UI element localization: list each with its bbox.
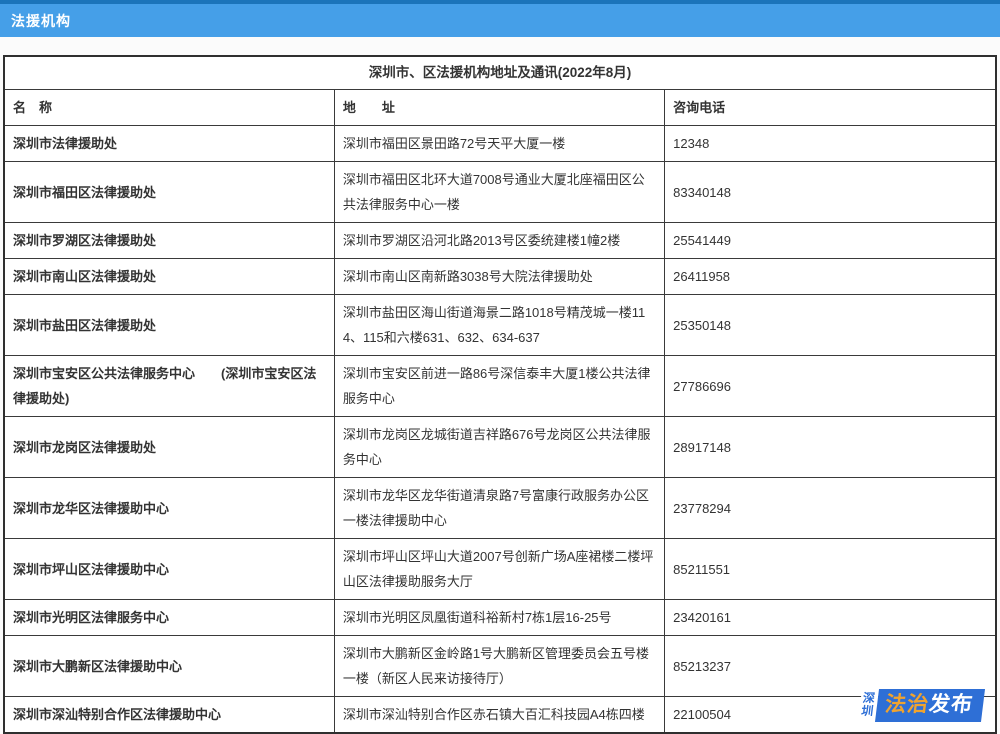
table-column-header-row: 名 称 地 址 咨询电话 (4, 90, 996, 126)
institution-phone: 27786696 (665, 356, 996, 417)
table-row: 深圳市南山区法律援助处 深圳市南山区南新路3038号大院法律援助处 264119… (4, 259, 996, 295)
table-row: 深圳市罗湖区法律援助处 深圳市罗湖区沿河北路2013号区委统建楼1幢2楼 255… (4, 223, 996, 259)
institution-phone: 26411958 (665, 259, 996, 295)
column-header-address: 地 址 (334, 90, 664, 126)
table-row: 深圳市坪山区法律援助中心 深圳市坪山区坪山大道2007号创新广场A座裙楼二楼坪山… (4, 539, 996, 600)
institution-name: 深圳市深汕特别合作区法律援助中心 (4, 697, 334, 734)
table-row: 深圳市福田区法律援助处 深圳市福田区北环大道7008号通业大厦北座福田区公共法律… (4, 162, 996, 223)
table-title-row: 深圳市、区法援机构地址及通讯(2022年8月) (4, 56, 996, 90)
institution-address: 深圳市龙华区龙华街道清泉路7号富康行政服务办公区一楼法律援助中心 (334, 478, 664, 539)
column-header-phone: 咨询电话 (665, 90, 996, 126)
institution-name: 深圳市南山区法律援助处 (4, 259, 334, 295)
institution-address: 深圳市盐田区海山街道海景二路1018号精茂城一楼114、115和六楼631、63… (334, 295, 664, 356)
institution-phone: 23420161 (665, 600, 996, 636)
shenzhen-fazhi-fabu-logo: 深圳 法治发布 (858, 689, 985, 722)
table-row: 深圳市大鹏新区法律援助中心 深圳市大鹏新区金岭路1号大鹏新区管理委员会五号楼一楼… (4, 636, 996, 697)
institution-name: 深圳市宝安区公共法律服务中心 (深圳市宝安区法律援助处) (4, 356, 334, 417)
institution-address: 深圳市深汕特别合作区赤石镇大百汇科技园A4栋四楼 (334, 697, 664, 734)
logo-brand-label: 法治发布 (875, 689, 985, 722)
institution-name: 深圳市罗湖区法律援助处 (4, 223, 334, 259)
institution-phone: 28917148 (665, 417, 996, 478)
section-header-bar: 法援机构 (0, 4, 1000, 37)
institution-name: 深圳市龙岗区法律援助处 (4, 417, 334, 478)
logo-brand-white-text: 发布 (928, 693, 975, 716)
institution-phone: 12348 (665, 126, 996, 162)
table-row: 深圳市法律援助处 深圳市福田区景田路72号天平大厦一楼 12348 (4, 126, 996, 162)
institution-phone: 85213237 (665, 636, 996, 697)
institution-phone: 23778294 (665, 478, 996, 539)
institution-address: 深圳市福田区景田路72号天平大厦一楼 (334, 126, 664, 162)
institution-address: 深圳市福田区北环大道7008号通业大厦北座福田区公共法律服务中心一楼 (334, 162, 664, 223)
table-row: 深圳市宝安区公共法律服务中心 (深圳市宝安区法律援助处) 深圳市宝安区前进一路8… (4, 356, 996, 417)
column-header-name: 名 称 (4, 90, 334, 126)
institution-name: 深圳市坪山区法律援助中心 (4, 539, 334, 600)
institution-address: 深圳市南山区南新路3038号大院法律援助处 (334, 259, 664, 295)
institution-address: 深圳市宝安区前进一路86号深信泰丰大厦1楼公共法律服务中心 (334, 356, 664, 417)
institution-address: 深圳市坪山区坪山大道2007号创新广场A座裙楼二楼坪山区法律援助服务大厅 (334, 539, 664, 600)
institution-address: 深圳市大鹏新区金岭路1号大鹏新区管理委员会五号楼一楼（新区人民来访接待厅） (334, 636, 664, 697)
table-row: 深圳市龙岗区法律援助处 深圳市龙岗区龙城街道吉祥路676号龙岗区公共法律服务中心… (4, 417, 996, 478)
institution-name: 深圳市盐田区法律援助处 (4, 295, 334, 356)
table-container: 深圳市、区法援机构地址及通讯(2022年8月) 名 称 地 址 咨询电话 深圳市… (3, 55, 997, 734)
institution-phone: 25350148 (665, 295, 996, 356)
legal-aid-table: 深圳市、区法援机构地址及通讯(2022年8月) 名 称 地 址 咨询电话 深圳市… (3, 55, 997, 734)
institution-address: 深圳市龙岗区龙城街道吉祥路676号龙岗区公共法律服务中心 (334, 417, 664, 478)
table-row: 深圳市深汕特别合作区法律援助中心 深圳市深汕特别合作区赤石镇大百汇科技园A4栋四… (4, 697, 996, 734)
section-title: 法援机构 (11, 11, 71, 31)
institution-name: 深圳市光明区法律服务中心 (4, 600, 334, 636)
institution-name: 深圳市龙华区法律援助中心 (4, 478, 334, 539)
table-row: 深圳市龙华区法律援助中心 深圳市龙华区龙华街道清泉路7号富康行政服务办公区一楼法… (4, 478, 996, 539)
institution-name: 深圳市大鹏新区法律援助中心 (4, 636, 334, 697)
institution-address: 深圳市罗湖区沿河北路2013号区委统建楼1幢2楼 (334, 223, 664, 259)
table-row: 深圳市光明区法律服务中心 深圳市光明区凤凰街道科裕新村7栋1层16-25号 23… (4, 600, 996, 636)
institution-address: 深圳市光明区凤凰街道科裕新村7栋1层16-25号 (334, 600, 664, 636)
institution-phone: 83340148 (665, 162, 996, 223)
table-body: 深圳市法律援助处 深圳市福田区景田路72号天平大厦一楼 12348 深圳市福田区… (4, 126, 996, 734)
table-row: 深圳市盐田区法律援助处 深圳市盐田区海山街道海景二路1018号精茂城一楼114、… (4, 295, 996, 356)
institution-phone: 85211551 (665, 539, 996, 600)
table-title: 深圳市、区法援机构地址及通讯(2022年8月) (4, 56, 996, 90)
logo-brand-gold-text: 法治 (884, 693, 931, 716)
institution-name: 深圳市法律援助处 (4, 126, 334, 162)
institution-phone: 25541449 (665, 223, 996, 259)
institution-name: 深圳市福田区法律援助处 (4, 162, 334, 223)
